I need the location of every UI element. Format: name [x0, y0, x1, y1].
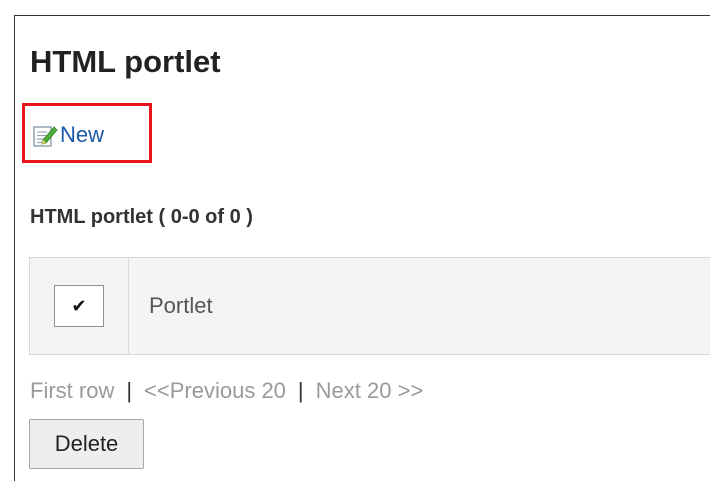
column-header-portlet: Portlet: [149, 293, 213, 318]
pager-first-row: First row: [30, 378, 115, 403]
portlet-list-table: ✔ Portlet: [29, 257, 710, 355]
checkmark-icon: ✔: [71, 296, 87, 316]
delete-button[interactable]: Delete: [29, 419, 144, 469]
select-all-checkbox[interactable]: ✔: [54, 285, 104, 327]
edit-document-icon: [32, 122, 58, 148]
new-link[interactable]: New: [32, 118, 104, 152]
pager-separator: |: [126, 378, 133, 403]
page-title: HTML portlet: [30, 44, 221, 79]
pagination: First row | <<Previous 20 | Next 20 >>: [30, 376, 423, 406]
list-heading: HTML portlet ( 0-0 of 0 ): [30, 206, 253, 228]
pager-separator: |: [297, 378, 304, 403]
new-link-label: New: [60, 122, 105, 147]
select-all-cell: ✔: [30, 258, 129, 354]
content-frame: [14, 15, 710, 481]
pager-previous: <<Previous 20: [144, 378, 286, 403]
pager-next: Next 20 >>: [315, 378, 424, 403]
